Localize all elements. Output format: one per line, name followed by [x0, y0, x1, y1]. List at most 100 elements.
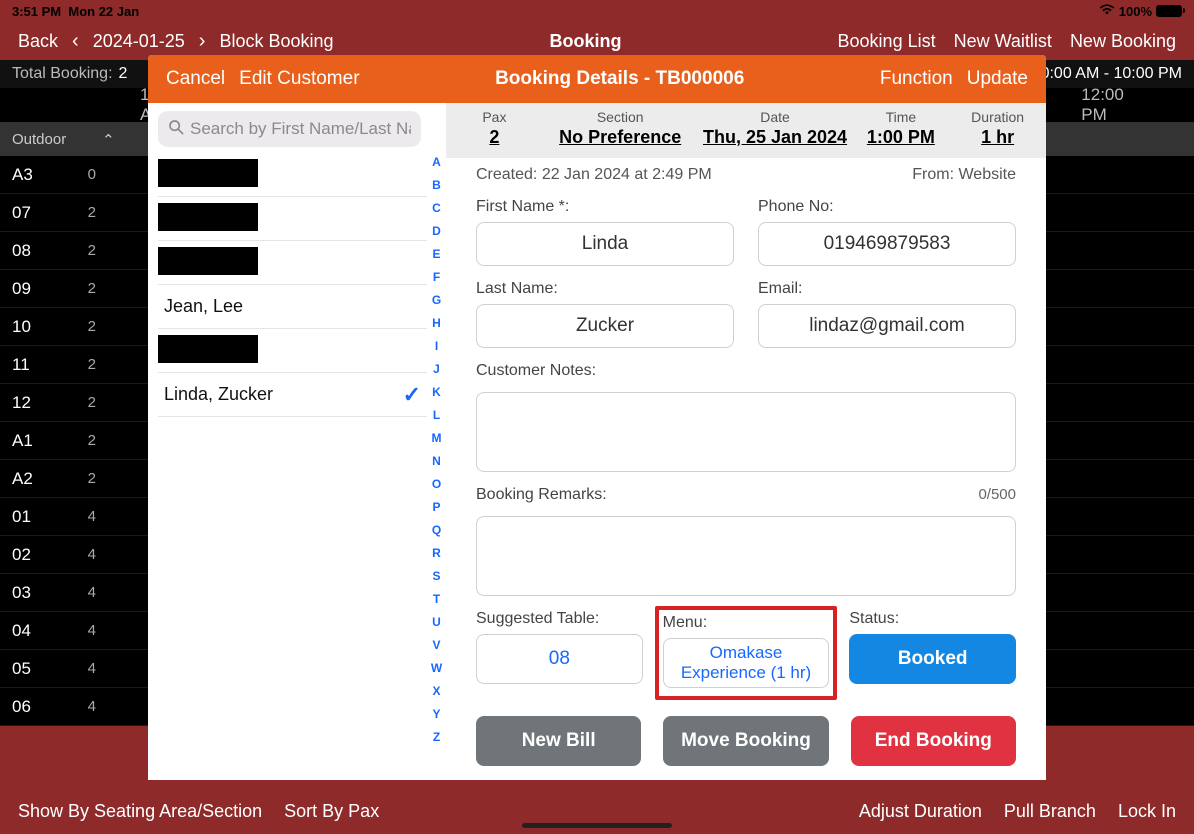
- chevron-left-icon[interactable]: ‹: [72, 30, 79, 53]
- status-time: 3:51 PM: [12, 4, 61, 19]
- az-index[interactable]: ABCDEFGHIJKLMNOPQRSTUVWXYZ: [427, 111, 446, 772]
- booking-remarks-field[interactable]: [476, 516, 1016, 596]
- pull-branch-button[interactable]: Pull Branch: [1004, 801, 1096, 822]
- az-letter[interactable]: D: [432, 224, 441, 238]
- customer-row[interactable]: [158, 197, 427, 241]
- show-by-button[interactable]: Show By Seating Area/Section: [18, 801, 262, 822]
- table-name: 06: [0, 697, 60, 717]
- remarks-counter: 0/500: [978, 486, 1016, 503]
- function-button[interactable]: Function: [880, 68, 953, 90]
- customer-name: Jean, Lee: [164, 296, 243, 317]
- customer-row[interactable]: [158, 329, 427, 373]
- az-letter[interactable]: G: [432, 293, 441, 307]
- az-letter[interactable]: U: [432, 615, 441, 629]
- az-letter[interactable]: R: [432, 546, 441, 560]
- az-letter[interactable]: P: [432, 500, 440, 514]
- chevron-right-icon[interactable]: ›: [199, 30, 206, 53]
- az-letter[interactable]: W: [431, 661, 442, 675]
- az-letter[interactable]: T: [433, 592, 440, 606]
- booking-remarks-label: Booking Remarks:: [476, 486, 607, 504]
- az-letter[interactable]: B: [432, 178, 441, 192]
- table-name: A2: [0, 469, 60, 489]
- status-bar: 3:51 PM Mon 22 Jan 100%: [0, 0, 1194, 22]
- new-bill-button[interactable]: New Bill: [476, 716, 641, 766]
- az-letter[interactable]: A: [432, 155, 441, 169]
- status-date: Mon 22 Jan: [68, 4, 139, 19]
- phone-field[interactable]: 019469879583: [758, 222, 1016, 266]
- customer-name: Linda, Zucker: [164, 384, 273, 405]
- back-button[interactable]: Back: [18, 31, 58, 52]
- az-letter[interactable]: Q: [432, 523, 441, 537]
- modal-title: Booking Details - TB000006: [360, 68, 880, 90]
- table-name: 09: [0, 279, 60, 299]
- sort-by-button[interactable]: Sort By Pax: [284, 801, 379, 822]
- az-letter[interactable]: C: [432, 201, 441, 215]
- email-field[interactable]: lindaz@gmail.com: [758, 304, 1016, 348]
- table-capacity: 2: [60, 318, 110, 335]
- az-letter[interactable]: K: [432, 385, 441, 399]
- end-booking-button[interactable]: End Booking: [851, 716, 1016, 766]
- table-capacity: 2: [60, 470, 110, 487]
- customer-row[interactable]: Linda, Zucker✓: [158, 373, 427, 417]
- az-letter[interactable]: Y: [432, 707, 440, 721]
- table-capacity: 0: [60, 166, 110, 183]
- az-letter[interactable]: O: [432, 477, 441, 491]
- status-badge[interactable]: Booked: [849, 634, 1016, 684]
- table-capacity: 2: [60, 242, 110, 259]
- customer-row[interactable]: [158, 153, 427, 197]
- total-booking-count: 2: [119, 65, 128, 83]
- param-duration[interactable]: Duration 1 hr: [949, 109, 1046, 148]
- table-capacity: 4: [60, 508, 110, 525]
- search-icon: [168, 119, 184, 140]
- az-letter[interactable]: M: [432, 431, 442, 445]
- last-name-field[interactable]: Zucker: [476, 304, 734, 348]
- az-letter[interactable]: S: [432, 569, 440, 583]
- move-booking-button[interactable]: Move Booking: [663, 716, 828, 766]
- customer-list: Jean, Lee Linda, Zucker✓: [158, 153, 427, 772]
- search-box[interactable]: [158, 111, 421, 147]
- table-name: A1: [0, 431, 60, 451]
- last-name-label: Last Name:: [476, 280, 734, 298]
- booking-list-link[interactable]: Booking List: [838, 31, 936, 52]
- first-name-label: First Name *:: [476, 198, 734, 216]
- nav-date[interactable]: 2024-01-25: [93, 31, 185, 52]
- az-letter[interactable]: H: [432, 316, 441, 330]
- block-booking-button[interactable]: Block Booking: [219, 31, 333, 52]
- booking-details-modal: Cancel Edit Customer Booking Details - T…: [148, 55, 1046, 780]
- cancel-button[interactable]: Cancel: [166, 68, 225, 90]
- az-letter[interactable]: N: [432, 454, 441, 468]
- az-letter[interactable]: I: [435, 339, 438, 353]
- az-letter[interactable]: V: [432, 638, 440, 652]
- az-letter[interactable]: X: [432, 684, 440, 698]
- param-section[interactable]: Section No Preference: [543, 109, 698, 148]
- az-letter[interactable]: E: [432, 247, 440, 261]
- new-waitlist-link[interactable]: New Waitlist: [954, 31, 1052, 52]
- customer-row[interactable]: Jean, Lee: [158, 285, 427, 329]
- az-letter[interactable]: F: [433, 270, 440, 284]
- table-name: 04: [0, 621, 60, 641]
- email-label: Email:: [758, 280, 1016, 298]
- update-button[interactable]: Update: [967, 68, 1028, 90]
- new-booking-link[interactable]: New Booking: [1070, 31, 1176, 52]
- table-name: 07: [0, 203, 60, 223]
- param-pax[interactable]: Pax 2: [446, 109, 543, 148]
- first-name-field[interactable]: Linda: [476, 222, 734, 266]
- customer-row[interactable]: [158, 241, 427, 285]
- from-meta: From: Website: [912, 166, 1016, 184]
- az-letter[interactable]: L: [433, 408, 440, 422]
- param-time[interactable]: Time 1:00 PM: [852, 109, 949, 148]
- table-capacity: 2: [60, 356, 110, 373]
- search-input[interactable]: [190, 119, 411, 139]
- az-letter[interactable]: J: [433, 362, 440, 376]
- customer-notes-field[interactable]: [476, 392, 1016, 472]
- suggested-table-field[interactable]: 08: [476, 634, 643, 684]
- suggested-table-label: Suggested Table:: [476, 610, 643, 628]
- az-letter[interactable]: Z: [433, 730, 440, 744]
- phone-label: Phone No:: [758, 198, 1016, 216]
- menu-field[interactable]: Omakase Experience (1 hr): [663, 638, 830, 688]
- edit-customer-button[interactable]: Edit Customer: [239, 68, 359, 90]
- param-date[interactable]: Date Thu, 25 Jan 2024: [698, 109, 853, 148]
- lock-in-button[interactable]: Lock In: [1118, 801, 1176, 822]
- adjust-duration-button[interactable]: Adjust Duration: [859, 801, 982, 822]
- total-booking-label: Total Booking:: [12, 65, 113, 83]
